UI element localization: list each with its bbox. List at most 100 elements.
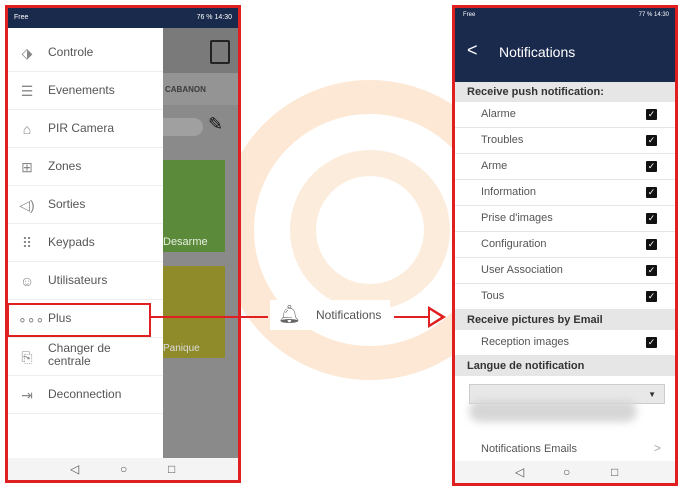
callout-label: Notifications bbox=[316, 308, 382, 322]
right-phone-screenshot: Free 77 % 14:30 < Notifications Receive … bbox=[452, 5, 678, 486]
dropdown-caret-icon: ▼ bbox=[648, 390, 656, 399]
android-nav-bar: ◁ ○ □ bbox=[8, 458, 238, 480]
back-nav-icon[interactable]: ◁ bbox=[70, 462, 79, 476]
menu-item-label: Utilisateurs bbox=[48, 273, 108, 287]
pencil-icon[interactable]: ✎ bbox=[208, 114, 223, 135]
notification-label: Alarme bbox=[481, 108, 516, 120]
deconnection-icon: ⇥ bbox=[21, 387, 33, 403]
background-pill bbox=[163, 118, 203, 136]
checkbox-checked[interactable]: ✓ bbox=[646, 109, 657, 120]
menu-item-label: Sorties bbox=[48, 197, 86, 211]
notification-row[interactable]: Reception images ✓ bbox=[455, 330, 675, 356]
evenements-icon: ☰ bbox=[20, 83, 34, 99]
notification-label: Arme bbox=[481, 160, 508, 172]
lang-header-label: Langue de notification bbox=[467, 360, 585, 372]
notification-row[interactable]: Configuration ✓ bbox=[455, 232, 675, 258]
checkbox-checked[interactable]: ✓ bbox=[646, 213, 657, 224]
connector-line-2 bbox=[394, 316, 430, 318]
watermark-ring-inner bbox=[290, 150, 450, 310]
connector-line bbox=[149, 316, 268, 318]
menu-item-label: Controle bbox=[48, 45, 94, 59]
recents-nav-icon[interactable]: □ bbox=[168, 462, 175, 476]
push-section-header: Receive push notification: bbox=[455, 82, 675, 102]
notification-label: Information bbox=[481, 186, 537, 198]
status-bar: Free 76 % 14:30 bbox=[8, 8, 238, 28]
checkbox-checked[interactable]: ✓ bbox=[646, 161, 657, 172]
notification-row[interactable]: Information ✓ bbox=[455, 180, 675, 206]
notification-label: Prise d'images bbox=[481, 212, 553, 224]
keypads-icon: ⠿ bbox=[21, 235, 33, 251]
notification-row[interactable]: User Association ✓ bbox=[455, 258, 675, 284]
menu-item-evenements[interactable]: ☰ Evenements bbox=[8, 72, 163, 110]
home-nav-icon[interactable]: ○ bbox=[120, 462, 127, 476]
checkbox-checked[interactable]: ✓ bbox=[646, 265, 657, 276]
panic-tile[interactable]: Panique bbox=[163, 266, 225, 358]
email-section-header: Receive pictures by Email bbox=[455, 310, 675, 330]
background-tab[interactable]: CABANON bbox=[163, 73, 238, 105]
menu-item-keypads[interactable]: ⠿ Keypads bbox=[8, 224, 163, 262]
disarm-tile[interactable]: Desarme bbox=[163, 160, 225, 252]
menu-item-zones[interactable]: ⊞ Zones bbox=[8, 148, 163, 186]
zones-icon: ⊞ bbox=[21, 159, 33, 175]
navigation-drawer: ⬗ Controle ☰ Evenements ⌂ PIR Camera ⊞ Zones ◁) S… bbox=[8, 28, 163, 458]
panic-label: Panique bbox=[163, 343, 200, 354]
page-title: Notifications bbox=[499, 44, 576, 60]
menu-item-changer-de-centrale[interactable]: ⎘ Changer de centrale bbox=[8, 338, 163, 376]
pir-camera-icon: ⌂ bbox=[22, 121, 32, 137]
arrow-icon-inner bbox=[430, 310, 441, 324]
menu-item-label: Evenements bbox=[48, 83, 115, 97]
central-icon[interactable] bbox=[210, 40, 230, 64]
notification-row[interactable]: Troubles ✓ bbox=[455, 128, 675, 154]
home-nav-icon[interactable]: ○ bbox=[563, 465, 570, 479]
plus-highlight-box bbox=[8, 303, 151, 337]
notification-row[interactable]: Prise d'images ✓ bbox=[455, 206, 675, 232]
notification-row[interactable]: Tous ✓ bbox=[455, 284, 675, 310]
menu-item-label: PIR Camera bbox=[48, 121, 115, 135]
left-phone-screenshot: Free 76 % 14:30 CABANON ✎ Desarme Paniqu… bbox=[5, 5, 241, 483]
notifications-emails-row[interactable]: Notifications Emails > bbox=[455, 436, 675, 462]
notification-label: Tous bbox=[481, 290, 505, 302]
blurred-content bbox=[469, 400, 637, 422]
bell-icon: 🔔︎ bbox=[278, 304, 301, 324]
notifications-emails-label: Notifications Emails bbox=[481, 443, 577, 455]
push-header-label: Receive push notification: bbox=[467, 86, 604, 98]
android-nav-bar: ◁ ○ □ bbox=[455, 461, 675, 483]
carrier-label: Free bbox=[463, 12, 476, 18]
disarm-label: Desarme bbox=[163, 236, 208, 248]
background-app: CABANON ✎ Desarme Panique bbox=[163, 28, 238, 458]
utilisateurs-icon: ☺ bbox=[19, 273, 35, 289]
checkbox-checked[interactable]: ✓ bbox=[646, 187, 657, 198]
notification-row[interactable]: Arme ✓ bbox=[455, 154, 675, 180]
changer-de-centrale-icon: ⎘ bbox=[21, 349, 33, 365]
chevron-right-icon: > bbox=[653, 441, 661, 455]
title-bar: < Notifications bbox=[455, 22, 675, 82]
notification-label: Reception images bbox=[481, 336, 570, 348]
checkbox-checked[interactable]: ✓ bbox=[646, 337, 657, 348]
status-right: 77 % 14:30 bbox=[638, 12, 669, 18]
notification-row[interactable]: Alarme ✓ bbox=[455, 102, 675, 128]
notifications-callout: 🔔︎ Notifications bbox=[270, 300, 390, 330]
status-bar: Free 77 % 14:30 bbox=[455, 8, 675, 22]
back-nav-icon[interactable]: ◁ bbox=[515, 465, 524, 479]
menu-item-label: Zones bbox=[48, 159, 82, 173]
menu-item-deconnection[interactable]: ⇥ Deconnection bbox=[8, 376, 163, 414]
checkbox-checked[interactable]: ✓ bbox=[646, 239, 657, 250]
sorties-icon: ◁) bbox=[19, 197, 35, 213]
notification-label: User Association bbox=[481, 264, 563, 276]
menu-item-utilisateurs[interactable]: ☺ Utilisateurs bbox=[8, 262, 163, 300]
back-icon[interactable]: < bbox=[467, 40, 478, 61]
checkbox-checked[interactable]: ✓ bbox=[646, 291, 657, 302]
menu-item-label: Keypads bbox=[48, 235, 95, 249]
menu-item-label: Changer de centrale bbox=[48, 341, 111, 368]
controle-icon: ⬗ bbox=[21, 45, 33, 61]
lang-section-header: Langue de notification bbox=[455, 356, 675, 376]
notification-label: Configuration bbox=[481, 238, 547, 250]
menu-item-label: Deconnection bbox=[48, 387, 122, 401]
carrier-label: Free bbox=[14, 14, 29, 21]
menu-item-controle[interactable]: ⬗ Controle bbox=[8, 34, 163, 72]
tab-label: CABANON bbox=[165, 85, 206, 94]
menu-item-pir-camera[interactable]: ⌂ PIR Camera bbox=[8, 110, 163, 148]
recents-nav-icon[interactable]: □ bbox=[611, 465, 618, 479]
checkbox-checked[interactable]: ✓ bbox=[646, 135, 657, 146]
menu-item-sorties[interactable]: ◁) Sorties bbox=[8, 186, 163, 224]
